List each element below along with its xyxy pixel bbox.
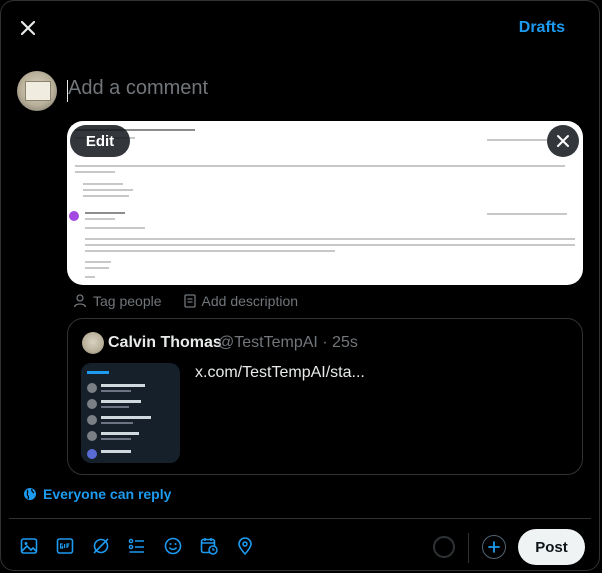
compose-modal: Drafts Add a comment Edit Tag people Add… (0, 0, 600, 571)
quoted-author-name: Calvin Thomas (108, 334, 222, 351)
quoted-link[interactable]: x.com/TestTempAI/sta... (195, 364, 365, 382)
comment-input[interactable]: Add a comment (68, 77, 208, 100)
close-icon (20, 20, 36, 36)
tag-people-label: Tag people (93, 293, 162, 309)
add-description-button[interactable]: Add description (183, 293, 299, 309)
person-icon (73, 294, 87, 308)
attached-media[interactable] (67, 121, 583, 285)
image-icon[interactable] (19, 536, 39, 556)
reply-setting-button[interactable]: Everyone can reply (23, 486, 171, 502)
poll-icon[interactable] (127, 536, 147, 556)
add-description-label: Add description (201, 293, 299, 309)
remove-media-button[interactable] (547, 125, 579, 157)
quoted-avatar (82, 332, 104, 354)
tag-people-button[interactable]: Tag people (73, 293, 162, 309)
plus-icon (488, 541, 500, 553)
quoted-author-handle: @TestTempAI · 25s (218, 334, 358, 351)
document-icon (183, 294, 196, 308)
character-counter (433, 536, 455, 558)
schedule-icon[interactable] (199, 536, 219, 556)
quoted-thumbnail (81, 363, 180, 463)
edit-media-button[interactable]: Edit (70, 125, 130, 157)
location-icon[interactable] (235, 536, 255, 556)
grok-icon[interactable] (91, 536, 111, 556)
post-button[interactable]: Post (518, 529, 585, 565)
avatar[interactable] (17, 71, 57, 111)
emoji-icon[interactable] (163, 536, 183, 556)
globe-icon (24, 488, 36, 500)
add-post-button[interactable] (482, 535, 506, 559)
close-icon (557, 135, 569, 147)
gif-icon[interactable] (55, 536, 75, 556)
media-actions: Tag people Add description (73, 293, 298, 309)
composer-toolbar (19, 536, 255, 556)
close-button[interactable] (15, 15, 41, 41)
reply-setting-label: Everyone can reply (43, 486, 172, 502)
quoted-post[interactable]: Calvin Thomas @TestTempAI · 25s x.com/Te… (67, 318, 583, 475)
drafts-button[interactable]: Drafts (519, 19, 565, 37)
